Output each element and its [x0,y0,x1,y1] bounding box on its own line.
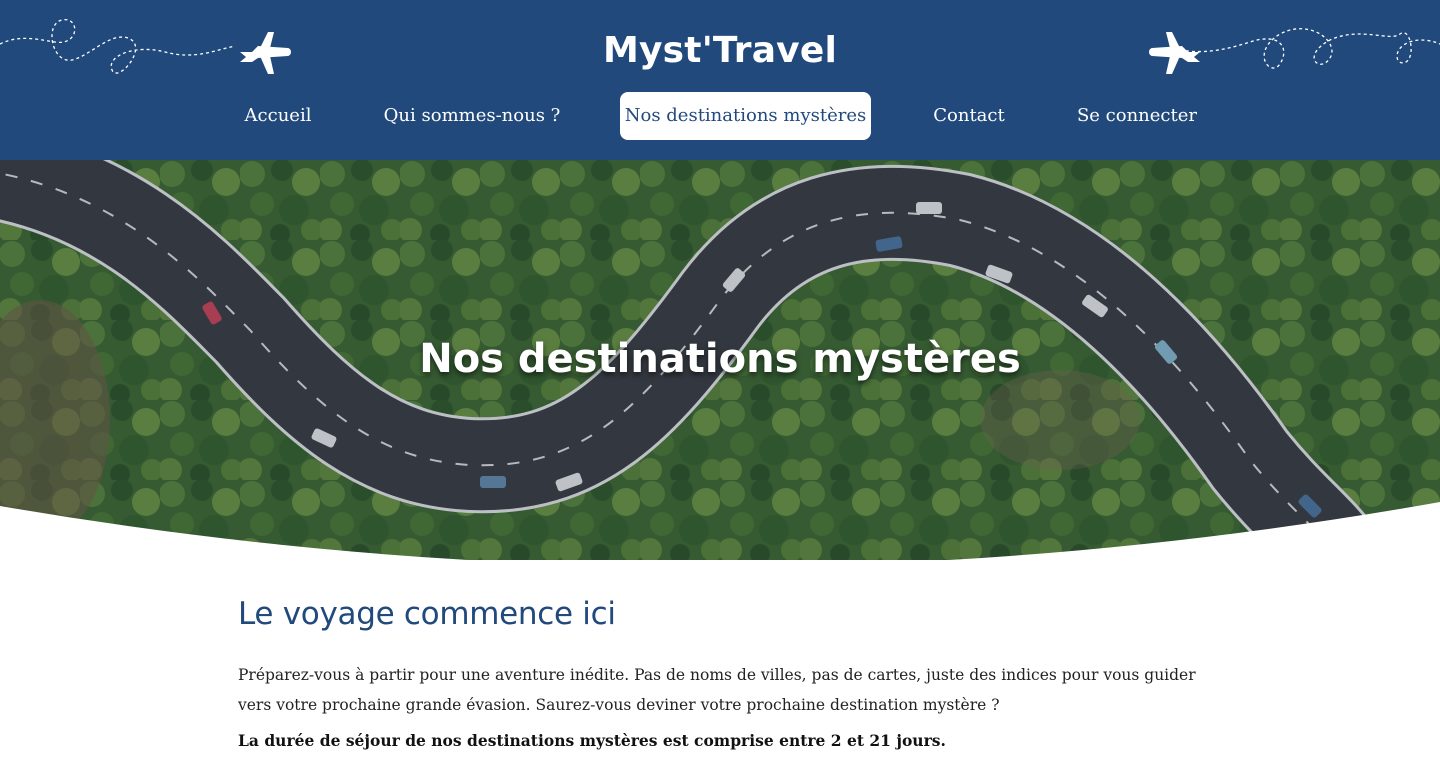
nav-qui-sommes-nous[interactable]: Qui sommes-nous ? [372,92,572,140]
hero-banner: Nos destinations mystères [0,160,1440,560]
nav-accueil[interactable]: Accueil [232,92,324,140]
section-heading: Le voyage commence ici [238,596,616,632]
main-nav: Accueil Qui sommes-nous ? Nos destinatio… [0,92,1440,140]
intro-paragraph: Préparez-vous à partir pour une aventure… [238,666,1196,714]
nav-destinations[interactable]: Nos destinations mystères [620,92,871,140]
main-content: Le voyage commence ici Préparez-vous à p… [238,596,1203,752]
duration-note: La durée de séjour de nos destinations m… [238,731,946,750]
site-logo[interactable]: Myst'Travel [0,30,1440,71]
nav-se-connecter[interactable]: Se connecter [1068,92,1206,140]
nav-contact[interactable]: Contact [922,92,1016,140]
site-header: Myst'Travel Accueil Qui sommes-nous ? No… [0,0,1440,160]
hero-title: Nos destinations mystères [419,336,1021,382]
